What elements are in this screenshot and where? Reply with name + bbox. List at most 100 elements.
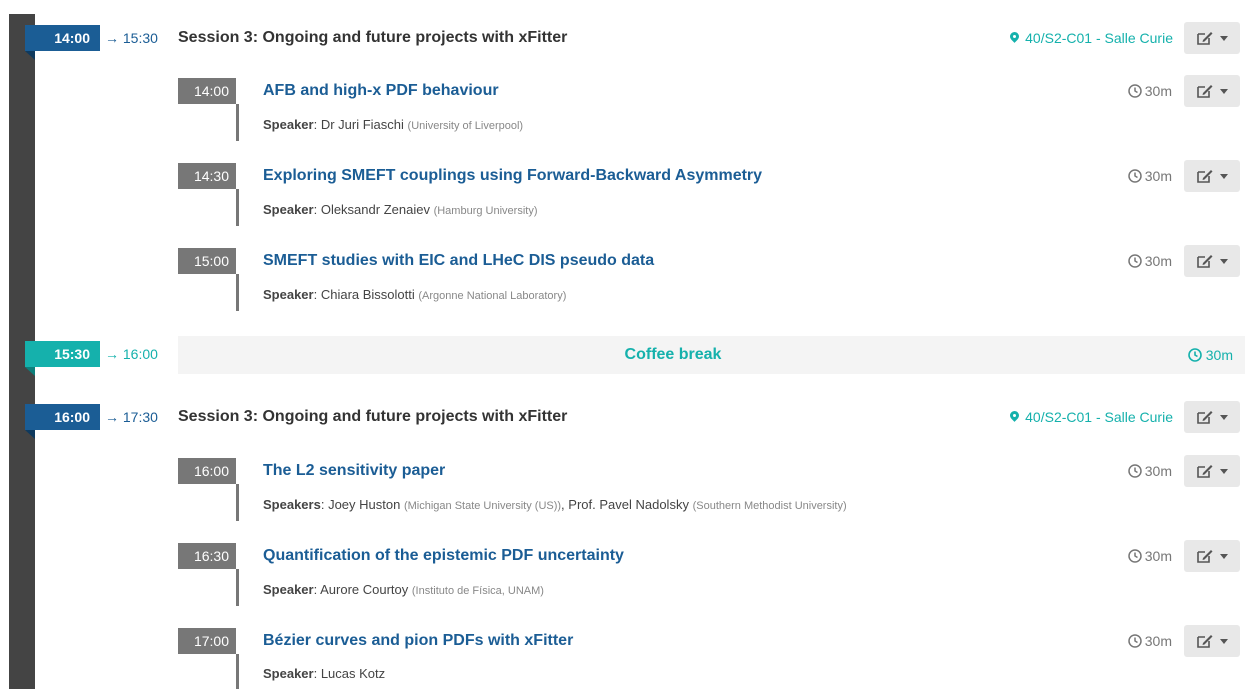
duration-text: 30m <box>1144 548 1172 564</box>
session-end-time: → 15:30 <box>105 30 158 46</box>
duration-text: 30m <box>1205 347 1233 363</box>
contribution-time: 16:00 <box>178 458 236 484</box>
speaker-line: Speakers: Joey Huston (Michigan State Un… <box>263 497 847 512</box>
speaker-affiliation: (University of Liverpool) <box>407 120 524 132</box>
contribution-duration: 30m <box>1128 628 1172 654</box>
contribution-connector <box>236 189 239 226</box>
speaker-name[interactable]: Prof. Pavel Nadolsky <box>568 497 689 512</box>
speaker-affiliation: (Instituto de Física, UNAM) <box>411 585 544 597</box>
contribution-time: 15:00 <box>178 248 236 274</box>
speaker-affiliation: (Argonne National Laboratory) <box>418 290 567 302</box>
contribution-connector <box>236 484 239 521</box>
session-location[interactable]: 40/S2-C01 - Salle Curie <box>1010 404 1173 430</box>
contribution-edit-button[interactable] <box>1184 245 1240 277</box>
speaker-label: Speaker <box>263 582 314 597</box>
contribution-title[interactable]: Bézier curves and pion PDFs with xFitter <box>263 628 573 654</box>
contribution-connector <box>236 274 239 311</box>
session-title[interactable]: Session 3: Ongoing and future projects w… <box>178 25 567 51</box>
speaker-line: Speaker: Dr Juri Fiaschi (University of … <box>263 117 524 132</box>
session-end-time: → 17:30 <box>105 409 158 425</box>
speaker-name[interactable]: Dr Juri Fiaschi <box>321 117 404 132</box>
edit-icon <box>1196 411 1212 424</box>
speaker-name[interactable]: Oleksandr Zenaiev <box>321 202 430 217</box>
edit-icon <box>1196 32 1212 45</box>
contribution-connector <box>236 104 239 141</box>
break-row[interactable]: Coffee break 30m <box>178 336 1245 374</box>
contribution-duration: 30m <box>1128 458 1172 484</box>
session-edit-button[interactable] <box>1184 22 1240 54</box>
speaker-name[interactable]: Chiara Bissolotti <box>321 287 415 302</box>
speaker-line: Speaker: Aurore Courtoy (Instituto de Fí… <box>263 582 544 597</box>
duration-text: 30m <box>1144 253 1172 269</box>
session-start-time: 16:00 <box>25 404 100 439</box>
duration-text: 30m <box>1144 463 1172 479</box>
contribution-duration: 30m <box>1128 163 1172 189</box>
clock-icon <box>1128 549 1142 563</box>
map-marker-icon <box>1010 32 1019 44</box>
contribution-time: 17:00 <box>178 628 236 654</box>
duration-text: 30m <box>1144 83 1172 99</box>
edit-icon <box>1196 255 1212 268</box>
contribution-edit-button[interactable] <box>1184 540 1240 572</box>
contribution-time: 14:30 <box>178 163 236 189</box>
session-title[interactable]: Session 3: Ongoing and future projects w… <box>178 404 567 430</box>
contribution-duration: 30m <box>1128 543 1172 569</box>
caret-down-icon <box>1219 553 1228 559</box>
clock-icon <box>1128 634 1142 648</box>
contribution-edit-button[interactable] <box>1184 455 1240 487</box>
caret-down-icon <box>1219 258 1228 264</box>
contribution-duration: 30m <box>1128 78 1172 104</box>
contribution-title[interactable]: SMEFT studies with EIC and LHeC DIS pseu… <box>263 248 654 274</box>
speaker-label: Speakers <box>263 497 321 512</box>
contribution-edit-button[interactable] <box>1184 75 1240 107</box>
edit-icon <box>1196 85 1212 98</box>
map-marker-icon <box>1010 411 1019 423</box>
edit-icon <box>1196 550 1212 563</box>
speaker-label: Speaker <box>263 202 314 217</box>
clock-icon <box>1128 84 1142 98</box>
speaker-label: Speaker <box>263 287 314 302</box>
caret-down-icon <box>1219 468 1228 474</box>
speaker-name[interactable]: Joey Huston <box>328 497 400 512</box>
speaker-label: Speaker <box>263 117 314 132</box>
caret-down-icon <box>1219 173 1228 179</box>
location-text: 40/S2-C01 - Salle Curie <box>1025 409 1173 425</box>
speaker-name[interactable]: Lucas Kotz <box>321 666 385 681</box>
edit-icon <box>1196 170 1212 183</box>
clock-icon <box>1128 254 1142 268</box>
contribution-time: 16:30 <box>178 543 236 569</box>
duration-text: 30m <box>1144 633 1172 649</box>
contribution-edit-button[interactable] <box>1184 160 1240 192</box>
speaker-name[interactable]: Aurore Courtoy <box>320 582 408 597</box>
session-start-time: 14:00 <box>25 25 100 60</box>
contribution-title[interactable]: AFB and high-x PDF behaviour <box>263 78 499 104</box>
contribution-edit-button[interactable] <box>1184 625 1240 657</box>
speaker-line: Speaker: Chiara Bissolotti (Argonne Nati… <box>263 287 567 302</box>
session-edit-button[interactable] <box>1184 401 1240 433</box>
contribution-title[interactable]: Quantification of the epistemic PDF unce… <box>263 543 624 569</box>
contribution-title[interactable]: The L2 sensitivity paper <box>263 458 445 484</box>
break-end-time: → 16:00 <box>105 346 158 362</box>
contribution-connector <box>236 569 239 606</box>
break-start-time: 15:30 <box>25 341 100 376</box>
break-duration: 30m <box>1187 336 1233 374</box>
session-location[interactable]: 40/S2-C01 - Salle Curie <box>1010 25 1173 51</box>
speaker-line: Speaker: Lucas Kotz <box>263 666 386 681</box>
clock-icon <box>1187 348 1202 362</box>
speaker-affiliation: (Hamburg University) <box>433 205 538 217</box>
clock-icon <box>1128 169 1142 183</box>
contribution-title[interactable]: Exploring SMEFT couplings using Forward-… <box>263 163 762 189</box>
caret-down-icon <box>1219 35 1228 41</box>
contribution-connector <box>236 654 239 689</box>
caret-down-icon <box>1219 638 1228 644</box>
caret-down-icon <box>1219 414 1228 420</box>
contribution-time: 14:00 <box>178 78 236 104</box>
duration-text: 30m <box>1144 168 1172 184</box>
speaker-affiliation: (Michigan State University (US)) <box>403 500 562 512</box>
contribution-duration: 30m <box>1128 248 1172 274</box>
caret-down-icon <box>1219 88 1228 94</box>
break-title: Coffee break <box>624 346 722 363</box>
edit-icon <box>1196 465 1212 478</box>
speaker-affiliation: (Southern Methodist University) <box>692 500 847 512</box>
speaker-label: Speaker <box>263 666 314 681</box>
